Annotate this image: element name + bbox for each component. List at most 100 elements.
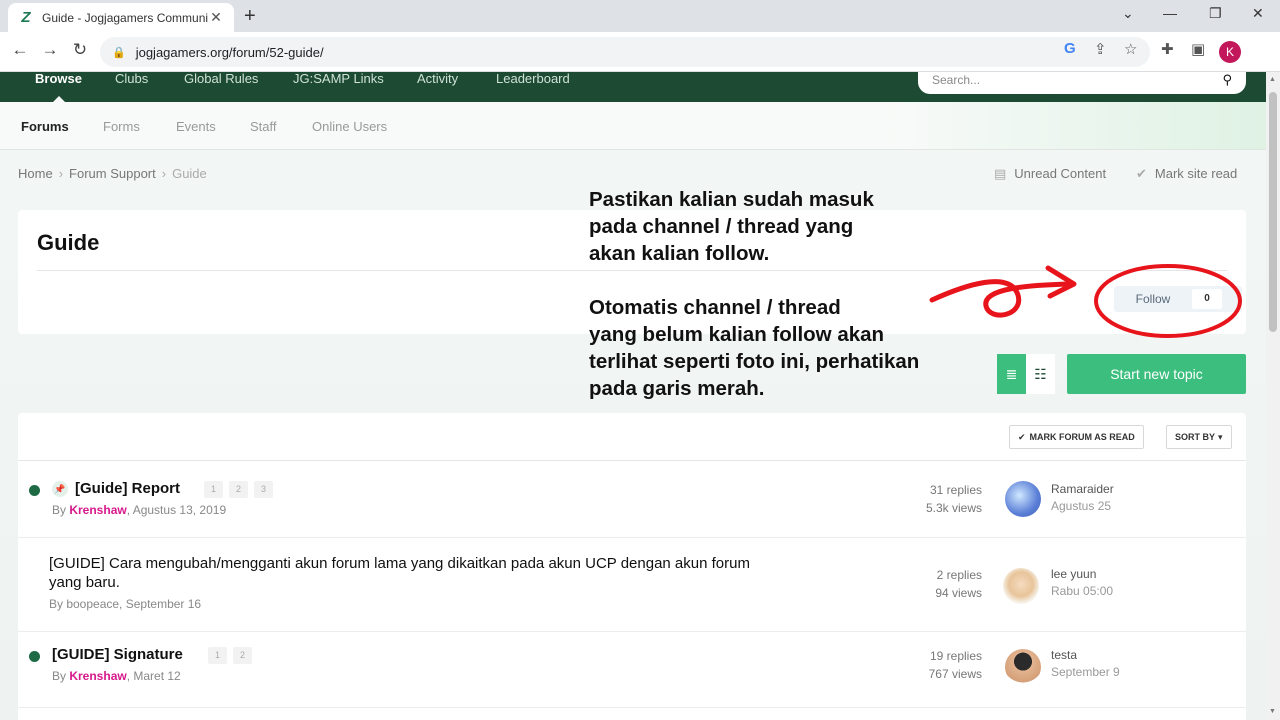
unread-content-label: Unread Content [1014,166,1107,181]
topic-title-line: [GUIDE] Cara mengubah/mengganti akun for… [49,555,750,572]
page-link[interactable]: 2 [233,647,252,664]
last-post-time: Agustus 25 [1051,499,1112,513]
annotation-line: akan kalian follow. [589,242,770,265]
grid-view-button[interactable]: ☷ [1026,354,1055,394]
page-link[interactable]: 3 [254,481,273,498]
side-panel-icon[interactable]: ▣ [1191,40,1205,58]
secondary-navigation: Forums Forms Events Staff Online Users [0,102,1266,150]
topic-stats: 2 replies 94 views [878,566,982,602]
topic-title-link[interactable]: [GUIDE] Cara mengubah/mengganti akun for… [49,554,750,592]
maximize-icon[interactable]: ❐ [1209,5,1222,22]
nav-leaderboard[interactable]: Leaderboard [496,72,570,86]
reload-icon[interactable]: ↻ [68,40,92,60]
forward-arrow-icon[interactable]: → [38,40,62,60]
page-link[interactable]: 1 [204,481,223,498]
close-tab-icon[interactable]: ✕ [208,9,224,26]
mark-site-read-link[interactable]: ✔ Mark site read [1136,166,1237,182]
last-poster-link[interactable]: Ramaraider [1051,481,1114,498]
browser-tab[interactable]: Z Guide - Jogjagamers Community ✕ [8,3,234,32]
nav-clubs[interactable]: Clubs [115,72,148,86]
last-poster-link[interactable]: lee yuun [1051,566,1113,583]
topic-title-link[interactable]: [GUIDE] Signature [52,645,183,664]
breadcrumb-home[interactable]: Home [18,166,53,181]
browser-tab-bar: Z Guide - Jogjagamers Community ✕ + ⌄ — … [0,0,1280,32]
author-link[interactable]: Krenshaw [69,669,126,683]
subnav-forms[interactable]: Forms [103,119,140,134]
subnav-events[interactable]: Events [176,119,216,134]
breadcrumb-forum-support[interactable]: Forum Support [69,166,156,181]
nav-global-rules[interactable]: Global Rules [184,72,258,86]
caret-down-icon: ▾ [1218,431,1223,442]
annotation-line: yang belum kalian follow akan [589,323,885,346]
scrollbar-thumb[interactable] [1269,92,1277,332]
subnav-online-users[interactable]: Online Users [312,119,387,134]
url-text: jogjagamers.org/forum/52-guide/ [135,44,324,60]
sort-by-label: SORT BY [1175,432,1216,442]
subnav-staff[interactable]: Staff [250,119,277,134]
scroll-up-icon[interactable]: ▲ [1269,76,1276,83]
pin-icon: 📌 [52,481,68,497]
chevron-right-icon: › [58,166,64,181]
nav-activity[interactable]: Activity [417,72,458,86]
lock-icon[interactable]: 🔒 [112,46,126,59]
last-post-info: Ramaraider Agustus 25 [1051,481,1114,515]
search-placeholder: Search... [932,73,981,87]
page-scrollbar[interactable]: ▲ ▼ [1266,72,1280,720]
annotation-line: terlihat seperti foto ini, perhatikan [589,350,920,373]
minimize-icon[interactable]: — [1163,5,1177,21]
avatar[interactable] [1005,649,1041,685]
checkmark-icon: ✔ [1018,431,1026,442]
follow-count: 0 [1192,289,1222,309]
author-link[interactable]: Krenshaw [69,503,126,517]
tab-search-chevron-icon[interactable]: ⌄ [1122,5,1134,22]
follow-button[interactable]: Follow 0 [1114,286,1242,312]
subnav-forums[interactable]: Forums [21,119,69,134]
address-bar[interactable]: 🔒 jogjagamers.org/forum/52-guide/ [100,37,1150,67]
table-row: 📌 [Guide] Report 1 2 3 By Krenshaw, Agus… [18,462,1246,538]
annotation-line: Otomatis channel / thread [589,296,841,319]
by-label: By [52,503,70,517]
replies-count: 31 replies [929,483,982,497]
search-icon[interactable]: ⚲ [1222,72,1232,88]
table-row: [GUIDE] Signature 1 2 By Krenshaw, Maret… [18,632,1246,708]
bookmark-star-icon[interactable]: ☆ [1124,40,1137,58]
nav-browse[interactable]: Browse [35,72,82,86]
avatar[interactable] [1003,568,1039,604]
nav-jgsamp-links[interactable]: JG:SAMP Links [293,72,384,86]
replies-count: 2 replies [936,568,982,582]
table-row: [GUIDE] Cara mengubah/mengganti akun for… [18,538,1246,632]
table-view-button[interactable]: ≣ [997,354,1026,394]
start-new-topic-button[interactable]: Start new topic [1067,354,1246,394]
annotation-line: pada channel / thread yang [589,215,854,238]
scroll-down-icon[interactable]: ▼ [1269,708,1276,715]
last-post-info: lee yuun Rabu 05:00 [1051,566,1113,600]
search-input[interactable]: Search... ⚲ [918,72,1246,94]
topic-stats: 19 replies 767 views [878,647,982,683]
views-count: 94 views [935,586,982,600]
views-count: 5.3k views [925,501,982,515]
profile-avatar[interactable]: K [1219,41,1241,63]
topic-title-line: yang baru. [49,574,120,591]
main-navigation: Browse Clubs Global Rules JG:SAMP Links … [0,72,1266,102]
last-post-info: testa September 9 [1051,647,1120,681]
avatar[interactable] [1005,481,1041,517]
breadcrumb: Home › Forum Support › Guide [18,166,207,181]
page-link[interactable]: 1 [208,647,227,664]
last-post-time: Rabu 05:00 [1051,584,1114,598]
annotation-line: Pastikan kalian sudah masuk [589,188,874,211]
chevron-right-icon: › [161,166,167,181]
extensions-puzzle-icon[interactable]: ✚ [1161,40,1174,58]
last-poster-link[interactable]: testa [1051,647,1120,664]
topic-pagination: 1 2 3 [204,481,279,498]
window-close-icon[interactable]: ✕ [1252,5,1264,22]
unread-content-link[interactable]: ▤ Unread Content [994,166,1106,182]
mark-forum-read-button[interactable]: ✔ MARK FORUM AS READ [1009,425,1144,449]
new-tab-icon[interactable]: + [244,5,256,28]
page-link[interactable]: 2 [229,481,248,498]
topic-title-link[interactable]: [Guide] Report [75,479,180,498]
google-icon[interactable]: G [1064,40,1076,57]
follow-label: Follow [1135,292,1171,306]
sort-by-button[interactable]: SORT BY ▾ [1166,425,1232,449]
back-arrow-icon[interactable]: ← [8,40,32,60]
share-icon[interactable]: ⇪ [1094,40,1107,58]
